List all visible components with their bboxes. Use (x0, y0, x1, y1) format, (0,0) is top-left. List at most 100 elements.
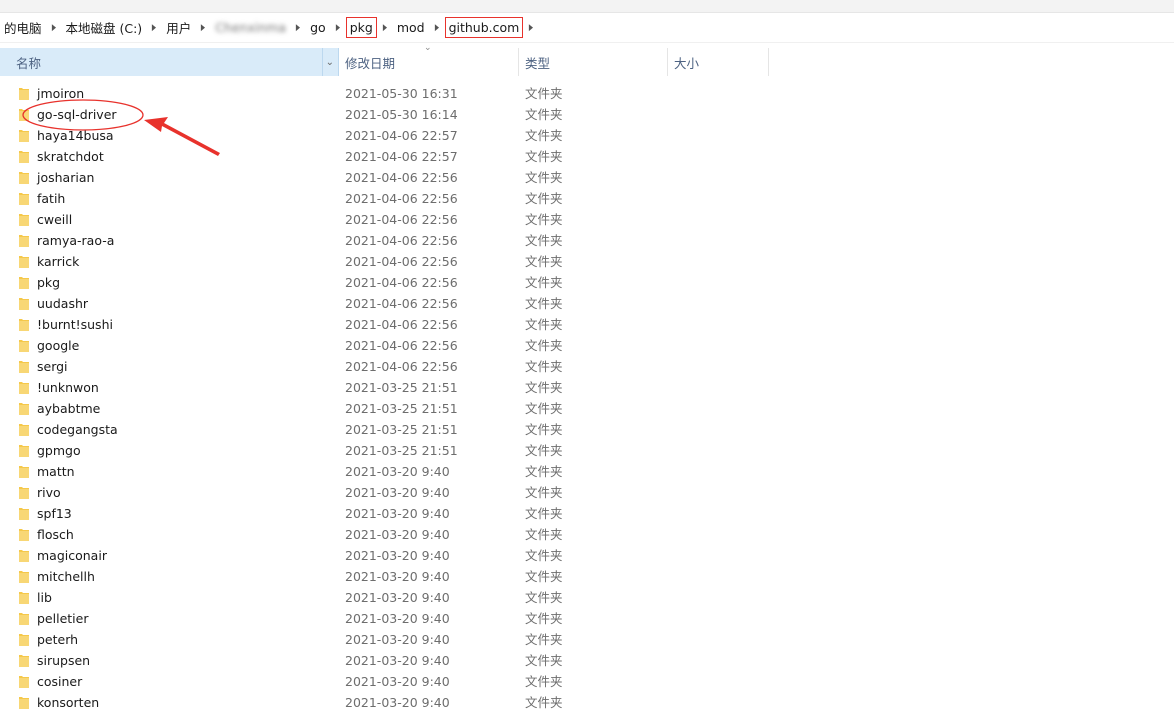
table-row[interactable]: rivo 2021-03-20 9:40 文件夹 (0, 482, 1174, 503)
table-row[interactable]: flosch 2021-03-20 9:40 文件夹 (0, 524, 1174, 545)
table-row[interactable]: peterh 2021-03-20 9:40 文件夹 (0, 629, 1174, 650)
chevron-right-icon[interactable]: ▶ (49, 23, 59, 33)
file-name[interactable]: peterh (37, 631, 78, 648)
table-row[interactable]: codegangsta 2021-03-25 21:51 文件夹 (0, 419, 1174, 440)
file-type: 文件夹 (525, 149, 563, 164)
file-name[interactable]: pkg (37, 274, 60, 291)
file-name[interactable]: magiconair (37, 547, 107, 564)
file-name[interactable]: go-sql-driver (37, 106, 117, 123)
file-name[interactable]: karrick (37, 253, 79, 270)
file-type: 文件夹 (525, 296, 563, 311)
file-name[interactable]: haya14busa (37, 127, 114, 144)
chevron-right-icon[interactable]: ▶ (293, 23, 303, 33)
table-row[interactable]: jmoiron 2021-05-30 16:31 文件夹 (0, 83, 1174, 104)
chevron-down-icon[interactable]: ⌄ (321, 48, 334, 76)
table-row[interactable]: lib 2021-03-20 9:40 文件夹 (0, 587, 1174, 608)
table-row[interactable]: spf13 2021-03-20 9:40 文件夹 (0, 503, 1174, 524)
table-row[interactable]: google 2021-04-06 22:56 文件夹 (0, 335, 1174, 356)
chevron-right-icon[interactable]: ▶ (380, 23, 390, 33)
file-name[interactable]: flosch (37, 526, 74, 543)
table-row[interactable]: skratchdot 2021-04-06 22:57 文件夹 (0, 146, 1174, 167)
breadcrumb-item[interactable]: github.com (444, 17, 524, 38)
file-name[interactable]: rivo (37, 484, 61, 501)
breadcrumb-item[interactable]: mod (393, 17, 429, 38)
chevron-right-icon[interactable]: ▶ (333, 23, 343, 33)
table-row[interactable]: go-sql-driver 2021-05-30 16:14 文件夹 (0, 104, 1174, 125)
breadcrumb-item[interactable]: Chenxinma (211, 17, 290, 38)
file-date: 2021-03-20 9:40 (345, 569, 450, 584)
table-row[interactable]: fatih 2021-04-06 22:56 文件夹 (0, 188, 1174, 209)
table-row[interactable]: sergi 2021-04-06 22:56 文件夹 (0, 356, 1174, 377)
file-type: 文件夹 (525, 506, 563, 521)
file-name[interactable]: aybabtme (37, 400, 100, 417)
folder-icon (19, 592, 29, 604)
file-name[interactable]: sergi (37, 358, 68, 375)
file-date: 2021-03-25 21:51 (345, 401, 458, 416)
table-row[interactable]: cweill 2021-04-06 22:56 文件夹 (0, 209, 1174, 230)
file-name[interactable]: josharian (37, 169, 94, 186)
file-name[interactable]: mitchellh (37, 568, 95, 585)
table-row[interactable]: gpmgo 2021-03-25 21:51 文件夹 (0, 440, 1174, 461)
file-date: 2021-04-06 22:56 (345, 275, 458, 290)
file-name[interactable]: google (37, 337, 79, 354)
breadcrumb-item[interactable]: pkg (345, 17, 377, 38)
table-row[interactable]: pelletier 2021-03-20 9:40 文件夹 (0, 608, 1174, 629)
file-name[interactable]: konsorten (37, 694, 99, 711)
table-row[interactable]: mitchellh 2021-03-20 9:40 文件夹 (0, 566, 1174, 587)
file-name[interactable]: sirupsen (37, 652, 90, 669)
breadcrumb-item[interactable]: go (306, 17, 330, 38)
file-name[interactable]: spf13 (37, 505, 72, 522)
table-row[interactable]: karrick 2021-04-06 22:56 文件夹 (0, 251, 1174, 272)
table-row[interactable]: mattn 2021-03-20 9:40 文件夹 (0, 461, 1174, 482)
breadcrumb-item[interactable]: 的电脑 (0, 15, 46, 40)
file-date: 2021-04-06 22:56 (345, 317, 458, 332)
table-row[interactable]: !unknwon 2021-03-25 21:51 文件夹 (0, 377, 1174, 398)
file-name[interactable]: gpmgo (37, 442, 81, 459)
table-row[interactable]: haya14busa 2021-04-06 22:57 文件夹 (0, 125, 1174, 146)
table-row[interactable]: pkg 2021-04-06 22:56 文件夹 (0, 272, 1174, 293)
table-row[interactable]: konsorten 2021-03-20 9:40 文件夹 (0, 692, 1174, 713)
table-row[interactable]: magiconair 2021-03-20 9:40 文件夹 (0, 545, 1174, 566)
column-header-type[interactable]: 类型 (519, 48, 668, 76)
file-type: 文件夹 (525, 359, 563, 374)
file-name[interactable]: jmoiron (37, 85, 84, 102)
folder-icon (19, 109, 29, 121)
file-name[interactable]: fatih (37, 190, 65, 207)
file-name[interactable]: uudashr (37, 295, 88, 312)
file-name[interactable]: cosiner (37, 673, 82, 690)
table-row[interactable]: uudashr 2021-04-06 22:56 文件夹 (0, 293, 1174, 314)
table-row[interactable]: sirupsen 2021-03-20 9:40 文件夹 (0, 650, 1174, 671)
breadcrumb-item[interactable]: 用户 (162, 15, 195, 40)
file-name[interactable]: !unknwon (37, 379, 99, 396)
table-row[interactable]: josharian 2021-04-06 22:56 文件夹 (0, 167, 1174, 188)
file-name[interactable]: codegangsta (37, 421, 118, 438)
table-row[interactable]: cosiner 2021-03-20 9:40 文件夹 (0, 671, 1174, 692)
file-name[interactable]: lib (37, 589, 52, 606)
file-type: 文件夹 (525, 632, 563, 647)
breadcrumb-item[interactable]: 本地磁盘 (C:) (62, 15, 147, 40)
column-header-name[interactable]: 名称 ⌄ (0, 48, 339, 76)
folder-icon (19, 466, 29, 478)
file-date: 2021-05-30 16:31 (345, 86, 458, 101)
file-name[interactable]: !burnt!sushi (37, 316, 113, 333)
table-row[interactable]: !burnt!sushi 2021-04-06 22:56 文件夹 (0, 314, 1174, 335)
file-name[interactable]: mattn (37, 463, 75, 480)
file-name[interactable]: ramya-rao-a (37, 232, 114, 249)
table-row[interactable]: ramya-rao-a 2021-04-06 22:56 文件夹 (0, 230, 1174, 251)
column-header-size[interactable]: 大小 (668, 48, 769, 76)
folder-icon (19, 613, 29, 625)
chevron-right-icon[interactable]: ▶ (527, 23, 537, 33)
column-header-date[interactable]: 修改日期 (339, 48, 519, 76)
file-type: 文件夹 (525, 569, 563, 584)
address-breadcrumb[interactable]: 的电脑 ▶ 本地磁盘 (C:) ▶ 用户 ▶ Chenxinma ▶ go ▶ pkg ▶ mod ▶ gi… (0, 13, 1174, 42)
window-top-strip (0, 0, 1174, 13)
chevron-right-icon[interactable]: ▶ (432, 23, 442, 33)
folder-icon (19, 676, 29, 688)
chevron-right-icon[interactable]: ▶ (149, 23, 159, 33)
chevron-right-icon[interactable]: ▶ (198, 23, 208, 33)
file-name[interactable]: pelletier (37, 610, 88, 627)
file-name[interactable]: cweill (37, 211, 72, 228)
file-name[interactable]: skratchdot (37, 148, 104, 165)
table-row[interactable]: aybabtme 2021-03-25 21:51 文件夹 (0, 398, 1174, 419)
file-type: 文件夹 (525, 611, 563, 626)
